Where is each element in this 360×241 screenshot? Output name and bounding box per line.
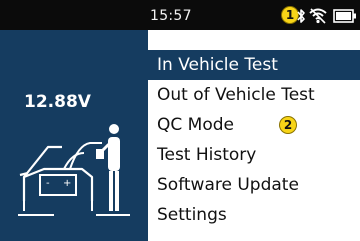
menu-item-qc-mode[interactable]: QC Mode (148, 110, 360, 140)
clock-time: 15:57 (150, 8, 192, 24)
menu-item-settings[interactable]: Settings (148, 200, 360, 230)
menu-item-test-history[interactable]: Test History (148, 140, 360, 170)
menu-header-strip (148, 30, 360, 50)
callout-marker-2: 2 (279, 116, 297, 134)
car-battery-test-icon: - + (18, 124, 130, 216)
status-bar-left (0, 0, 148, 30)
bluetooth-icon (297, 9, 305, 23)
svg-text:+: + (63, 178, 71, 189)
wifi-icon (309, 8, 327, 24)
battery-icon (333, 9, 356, 23)
menu-item-out-of-vehicle-test[interactable]: Out of Vehicle Test (148, 80, 360, 110)
menu-item-software-update[interactable]: Software Update (148, 170, 360, 200)
device-screen: 15:57 1 12.88V - + In Vehicle Test Out o… (0, 0, 360, 241)
status-panel: 12.88V - + (0, 30, 148, 241)
status-bar: 15:57 1 (0, 0, 360, 30)
battery-voltage: 12.88V (24, 92, 91, 112)
menu-item-in-vehicle-test[interactable]: In Vehicle Test (148, 50, 360, 80)
svg-text:-: - (46, 178, 50, 189)
